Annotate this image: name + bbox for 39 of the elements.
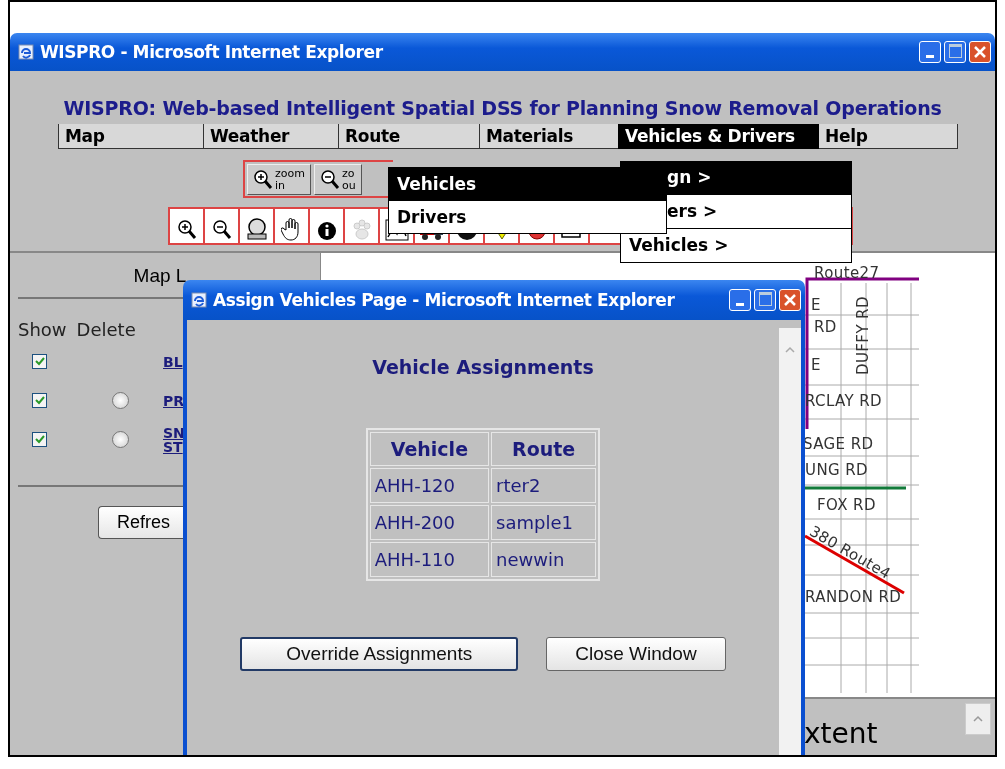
road-label: RD [814, 319, 837, 335]
menu-item[interactable]: Vehicles [389, 168, 666, 200]
road-label: E [811, 357, 821, 373]
table-cell: newwin [491, 542, 597, 577]
zoom-button[interactable]: zo ou [313, 164, 362, 195]
menu-item[interactable]: Route [338, 124, 479, 149]
layer-link[interactable]: BL [163, 354, 183, 369]
road-label: FOX RD [817, 497, 876, 513]
layer-link[interactable]: SN ST [163, 425, 185, 454]
column-header: Show [18, 319, 67, 340]
column-header: Vehicle [369, 432, 490, 466]
table-cell: AHH-110 [369, 542, 490, 577]
table-cell: AHH-200 [369, 505, 490, 540]
menu-item[interactable]: Help [819, 124, 958, 149]
layer-link[interactable]: PR [163, 393, 185, 408]
window-title: Assign Vehicles Page - Microsoft Internet Explorer [213, 290, 676, 310]
dialog-button[interactable]: Close Window [546, 637, 726, 671]
column-header: Delete [76, 319, 136, 340]
zoom-button[interactable]: zoom in [247, 164, 311, 195]
table-cell: AHH-120 [369, 468, 490, 503]
popup-heading: Vehicle Assignments [372, 356, 594, 378]
menu-item[interactable]: Materials [479, 124, 618, 149]
column-header: Route [491, 432, 597, 466]
road-label: SAGE RD [803, 436, 874, 452]
road-label: RANDON RD [805, 589, 902, 605]
road-label: UNG RD [805, 462, 868, 478]
dialog-button[interactable]: Override Assignments [240, 637, 519, 671]
road-label: E [811, 297, 821, 313]
table-cell: sample1 [491, 505, 597, 540]
menu-item[interactable]: Vehicles & Drivers [618, 124, 819, 149]
panel-title: Map L [132, 265, 188, 287]
panel-label: xtent [804, 719, 878, 749]
page-heading: WISPRO: Web-based Intelligent Spatial DSS for Planning Snow Removal Operations [62, 97, 943, 119]
menu-item[interactable]: Weather [203, 124, 338, 149]
table-cell: rter2 [491, 468, 597, 503]
menu-item[interactable]: Map [58, 124, 203, 149]
window-title: WISPRO - Microsoft Internet Explorer [40, 42, 384, 62]
road-label: DUFFY RD [855, 296, 871, 375]
refresh-button[interactable]: Refres [98, 506, 183, 539]
